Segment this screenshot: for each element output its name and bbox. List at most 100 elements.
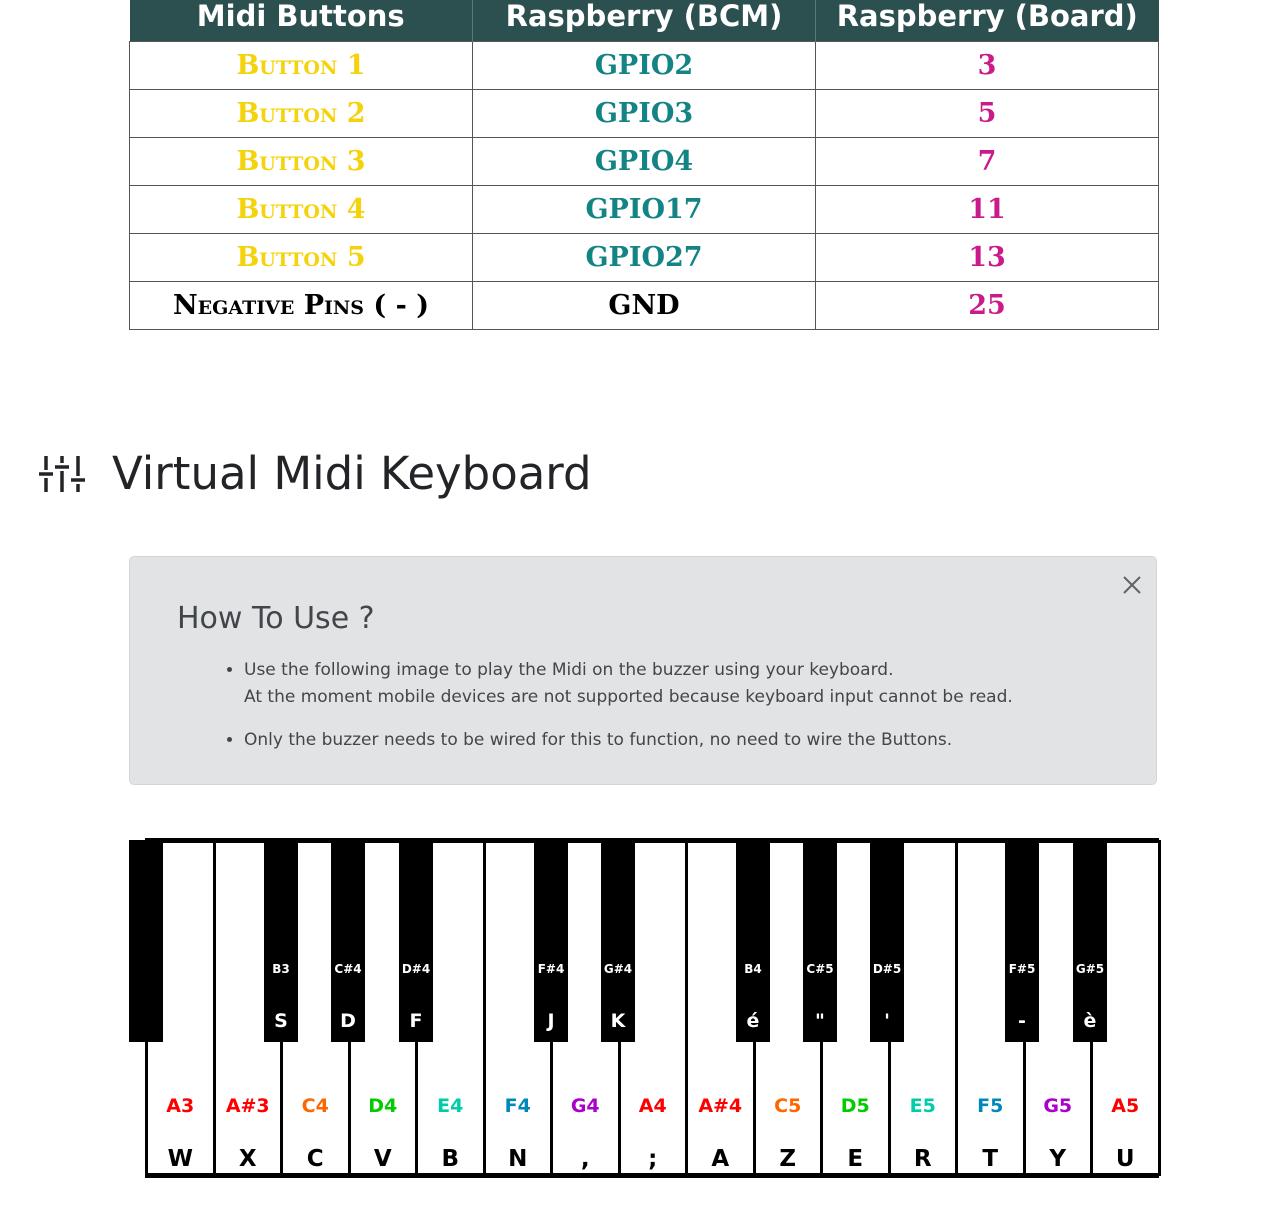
how-to-use-alert: How To Use ? Use the following image to …: [129, 556, 1157, 785]
black-key-label: D: [340, 1010, 356, 1032]
board-pin-cell: 25: [815, 281, 1159, 330]
note-label: G5: [1043, 1095, 1073, 1117]
black-key-label: F: [409, 1010, 423, 1032]
black-key[interactable]: C#5 ": [803, 840, 837, 1042]
section-title: Virtual Midi Keyboard: [112, 447, 592, 500]
key-label: U: [1115, 1146, 1135, 1172]
black-key-label: K: [610, 1010, 626, 1032]
note-label: E5: [909, 1095, 936, 1117]
black-note-label: F#5: [1008, 962, 1036, 976]
close-icon[interactable]: [1122, 575, 1142, 595]
black-note-label: G#5: [1075, 962, 1105, 976]
info-title: How To Use ?: [177, 601, 375, 636]
sliders-icon: [39, 456, 85, 492]
key-label: C: [306, 1146, 324, 1172]
column-header-bcm: Raspberry (BCM): [472, 0, 816, 42]
key-label: Z: [779, 1146, 797, 1172]
bcm-pin-cell: GPIO27: [472, 233, 816, 282]
black-note-label: D#4: [401, 962, 431, 976]
black-note-label: B3: [272, 962, 290, 976]
black-key-label: ': [884, 1010, 890, 1032]
key-label: B: [441, 1146, 460, 1172]
note-label: G4: [570, 1095, 600, 1117]
key-label: ,: [580, 1146, 590, 1172]
table-row: Negative Pins ( - ) GND 25: [129, 281, 1159, 330]
note-label: A#4: [698, 1095, 743, 1117]
key-label: A: [711, 1146, 730, 1172]
button-name-cell: Button 4: [129, 185, 473, 234]
note-label: F5: [977, 1095, 1004, 1117]
note-label: F4: [504, 1095, 531, 1117]
bcm-pin-cell: GPIO3: [472, 89, 816, 138]
column-header-board: Raspberry (Board): [815, 0, 1159, 42]
keyboard-bottom-border: [145, 1174, 1159, 1178]
board-pin-cell: 13: [815, 233, 1159, 282]
note-label: E4: [437, 1095, 464, 1117]
bcm-pin-cell: GPIO17: [472, 185, 816, 234]
table-row: Button 4 GPIO17 11: [129, 185, 1159, 234]
board-pin-cell: 3: [815, 41, 1159, 90]
black-key-label: S: [274, 1010, 288, 1032]
black-note-label: C#4: [334, 962, 362, 976]
wiring-note-text: Only the buzzer needs to be wired for th…: [244, 730, 953, 750]
black-note-label: G#4: [603, 962, 633, 976]
black-note-label: B4: [744, 962, 762, 976]
board-pin-cell: 11: [815, 185, 1159, 234]
board-pin-cell: 5: [815, 89, 1159, 138]
black-key[interactable]: C#4 D: [331, 840, 365, 1042]
key-label: X: [238, 1146, 257, 1172]
key-label: V: [373, 1146, 392, 1172]
black-key[interactable]: B3 S: [264, 840, 298, 1042]
key-label: E: [847, 1146, 864, 1172]
table-row: Button 1 GPIO2 3: [129, 41, 1159, 90]
table-row: Button 2 GPIO3 5: [129, 89, 1159, 138]
key-label: ;: [648, 1146, 658, 1172]
bcm-pin-cell: GPIO4: [472, 137, 816, 186]
black-key[interactable]: G#5 è: [1073, 840, 1107, 1042]
note-label: C5: [774, 1095, 802, 1117]
button-name-cell: Button 5: [129, 233, 473, 282]
table-row: Button 5 GPIO27 13: [129, 233, 1159, 282]
note-label: D5: [840, 1095, 870, 1117]
mobile-note-text: At the moment mobile devices are not sup…: [244, 687, 1013, 707]
key-label: Y: [1049, 1146, 1067, 1172]
table-header-row: Midi Buttons Raspberry (BCM) Raspberry (…: [129, 0, 1159, 42]
note-label: D4: [368, 1095, 398, 1117]
black-key[interactable]: G#4 K: [601, 840, 635, 1042]
button-name-cell: Negative Pins ( - ): [129, 281, 473, 330]
button-name-cell: Button 2: [129, 89, 473, 138]
black-key[interactable]: D#4 F: [399, 840, 433, 1042]
black-key[interactable]: F#4 J: [534, 840, 568, 1042]
black-note-label: D#5: [872, 962, 902, 976]
instruction-text: Use the following image to play the Midi…: [244, 660, 894, 680]
list-item: Only the buzzer needs to be wired for th…: [244, 727, 1013, 754]
black-key-label: -: [1018, 1010, 1026, 1032]
black-note-label: C#5: [806, 962, 834, 976]
button-name-cell: Button 3: [129, 137, 473, 186]
key-label: T: [982, 1146, 999, 1172]
bcm-pin-cell: GND: [472, 281, 816, 330]
note-label: A4: [638, 1095, 667, 1117]
table-row: Button 3 GPIO4 7: [129, 137, 1159, 186]
black-key-label: é: [746, 1010, 760, 1032]
bcm-pin-cell: GPIO2: [472, 41, 816, 90]
column-header-midi-buttons: Midi Buttons: [129, 0, 473, 42]
black-key-label: è: [1083, 1010, 1097, 1032]
note-label: A5: [1111, 1095, 1140, 1117]
black-key-label: J: [547, 1010, 555, 1032]
black-key[interactable]: B4 é: [736, 840, 770, 1042]
black-key[interactable]: F#5 -: [1005, 840, 1039, 1042]
note-label: A3: [166, 1095, 195, 1117]
list-item: Use the following image to play the Midi…: [244, 657, 1013, 711]
piano-keyboard: A3 W A#3 X C4 C D4 V E4 B F4 N G4, A4; A#4 A C5 Z D5 E E5 R F5…: [129, 838, 1161, 1180]
black-note-label: F#4: [537, 962, 565, 976]
black-key[interactable]: [129, 840, 163, 1042]
black-key-label: ": [815, 1010, 825, 1032]
note-label: A#3: [225, 1095, 270, 1117]
key-label: N: [508, 1146, 528, 1172]
key-label: R: [913, 1146, 932, 1172]
note-label: C4: [301, 1095, 329, 1117]
black-key[interactable]: D#5 ': [870, 840, 904, 1042]
info-list: Use the following image to play the Midi…: [210, 657, 1013, 770]
key-label: W: [167, 1146, 193, 1172]
